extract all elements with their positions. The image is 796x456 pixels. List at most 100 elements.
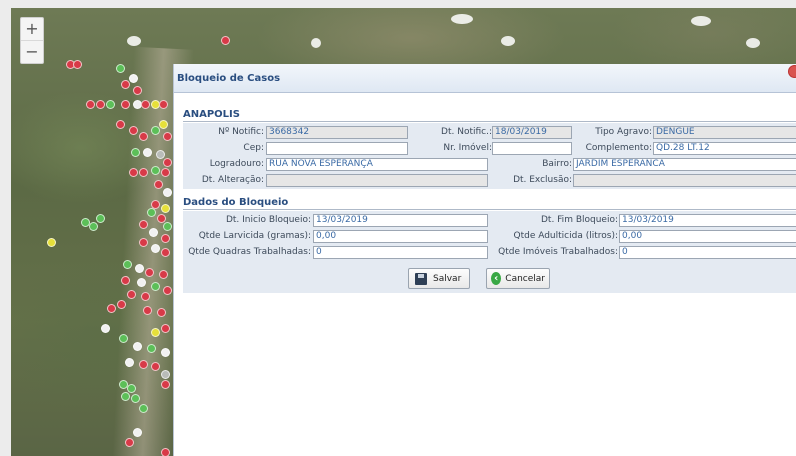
- dt-fim-field[interactable]: 13/03/2019: [619, 214, 796, 227]
- case-marker[interactable]: [133, 86, 142, 95]
- tipo-agravo-field[interactable]: DENGUE: [653, 126, 796, 139]
- cep-field[interactable]: [266, 142, 408, 155]
- case-marker[interactable]: [89, 222, 98, 231]
- case-marker[interactable]: [161, 348, 170, 357]
- case-marker[interactable]: [151, 126, 160, 135]
- case-marker[interactable]: [154, 180, 163, 189]
- case-marker[interactable]: [96, 214, 105, 223]
- case-marker[interactable]: [157, 308, 166, 317]
- case-marker[interactable]: [147, 344, 156, 353]
- case-marker[interactable]: [159, 270, 168, 279]
- case-marker[interactable]: [151, 166, 160, 175]
- case-marker[interactable]: [86, 100, 95, 109]
- case-marker[interactable]: [135, 264, 144, 273]
- case-marker[interactable]: [159, 100, 168, 109]
- case-marker[interactable]: [101, 324, 110, 333]
- dt-notific-field[interactable]: 18/03/2019: [492, 126, 572, 139]
- case-marker[interactable]: [116, 64, 125, 73]
- case-marker[interactable]: [133, 428, 142, 437]
- case-marker[interactable]: [137, 278, 146, 287]
- zoom-out-button[interactable]: −: [21, 40, 43, 63]
- close-icon[interactable]: [788, 65, 796, 78]
- larvicida-label: Qtde Larvicida (gramas):: [198, 231, 311, 241]
- case-marker[interactable]: [161, 324, 170, 333]
- floppy-disk-icon: [415, 272, 427, 285]
- nr-notific-field[interactable]: 3668342: [266, 126, 408, 139]
- case-marker[interactable]: [161, 370, 170, 379]
- case-marker[interactable]: [147, 208, 156, 217]
- case-marker[interactable]: [129, 168, 138, 177]
- case-marker[interactable]: [151, 244, 160, 253]
- case-marker[interactable]: [117, 300, 126, 309]
- left-bar: [0, 8, 11, 456]
- imoveis-field[interactable]: 0: [619, 246, 796, 259]
- case-marker[interactable]: [151, 282, 160, 291]
- case-marker[interactable]: [123, 260, 132, 269]
- case-marker[interactable]: [119, 334, 128, 343]
- case-marker[interactable]: [163, 188, 172, 197]
- dt-exclusao-field[interactable]: [573, 174, 796, 187]
- case-marker[interactable]: [163, 286, 172, 295]
- case-marker[interactable]: [163, 222, 172, 231]
- case-marker[interactable]: [163, 158, 172, 167]
- case-marker[interactable]: [161, 248, 170, 257]
- larvicida-field[interactable]: 0,00: [313, 230, 488, 243]
- case-marker[interactable]: [156, 150, 165, 159]
- case-marker[interactable]: [139, 360, 148, 369]
- case-marker[interactable]: [141, 100, 150, 109]
- case-marker[interactable]: [161, 380, 170, 389]
- dt-inicio-field[interactable]: 13/03/2019: [313, 214, 488, 227]
- quadras-field[interactable]: 0: [313, 246, 488, 259]
- case-marker[interactable]: [127, 384, 136, 393]
- case-marker[interactable]: [121, 80, 130, 89]
- case-marker[interactable]: [121, 100, 130, 109]
- case-marker[interactable]: [129, 126, 138, 135]
- case-marker[interactable]: [106, 100, 115, 109]
- case-marker[interactable]: [163, 132, 172, 141]
- case-marker[interactable]: [73, 60, 82, 69]
- case-marker[interactable]: [131, 148, 140, 157]
- logradouro-field[interactable]: RUA NOVA ESPERANÇA: [266, 158, 488, 171]
- case-marker[interactable]: [47, 238, 56, 247]
- save-button[interactable]: Salvar: [408, 268, 470, 289]
- case-marker[interactable]: [161, 234, 170, 243]
- complemento-field[interactable]: QD.28 LT.12: [653, 142, 796, 155]
- quadras-label: Qtde Quadras Trabalhadas:: [188, 247, 311, 257]
- case-marker[interactable]: [145, 268, 154, 277]
- bairro-field[interactable]: JARDIM ESPERANCA: [573, 158, 796, 171]
- case-marker[interactable]: [107, 304, 116, 313]
- case-marker[interactable]: [143, 306, 152, 315]
- cancel-button[interactable]: ‹ Cancelar: [486, 268, 550, 289]
- case-marker[interactable]: [221, 36, 230, 45]
- case-marker[interactable]: [121, 392, 130, 401]
- case-marker[interactable]: [125, 438, 134, 447]
- case-marker[interactable]: [121, 276, 130, 285]
- case-marker[interactable]: [151, 362, 160, 371]
- case-marker[interactable]: [161, 448, 170, 456]
- case-marker[interactable]: [161, 168, 170, 177]
- case-marker[interactable]: [149, 228, 158, 237]
- case-marker[interactable]: [139, 238, 148, 247]
- case-marker[interactable]: [127, 290, 136, 299]
- case-marker[interactable]: [139, 404, 148, 413]
- case-marker[interactable]: [143, 148, 152, 157]
- case-marker[interactable]: [141, 292, 150, 301]
- case-marker[interactable]: [96, 100, 105, 109]
- zoom-control: + −: [20, 17, 44, 64]
- case-marker[interactable]: [139, 132, 148, 141]
- case-marker[interactable]: [125, 358, 134, 367]
- case-marker[interactable]: [131, 394, 140, 403]
- dt-exclusao-label: Dt. Exclusão:: [513, 175, 572, 185]
- case-marker[interactable]: [161, 204, 170, 213]
- case-marker[interactable]: [139, 168, 148, 177]
- adulticida-field[interactable]: 0,00: [619, 230, 796, 243]
- case-marker[interactable]: [116, 120, 125, 129]
- dt-alteracao-field[interactable]: [266, 174, 488, 187]
- case-marker[interactable]: [159, 120, 168, 129]
- case-marker[interactable]: [139, 220, 148, 229]
- zoom-in-button[interactable]: +: [21, 18, 43, 40]
- nr-imovel-field[interactable]: [492, 142, 572, 155]
- case-marker[interactable]: [151, 328, 160, 337]
- case-marker[interactable]: [129, 74, 138, 83]
- case-marker[interactable]: [133, 342, 142, 351]
